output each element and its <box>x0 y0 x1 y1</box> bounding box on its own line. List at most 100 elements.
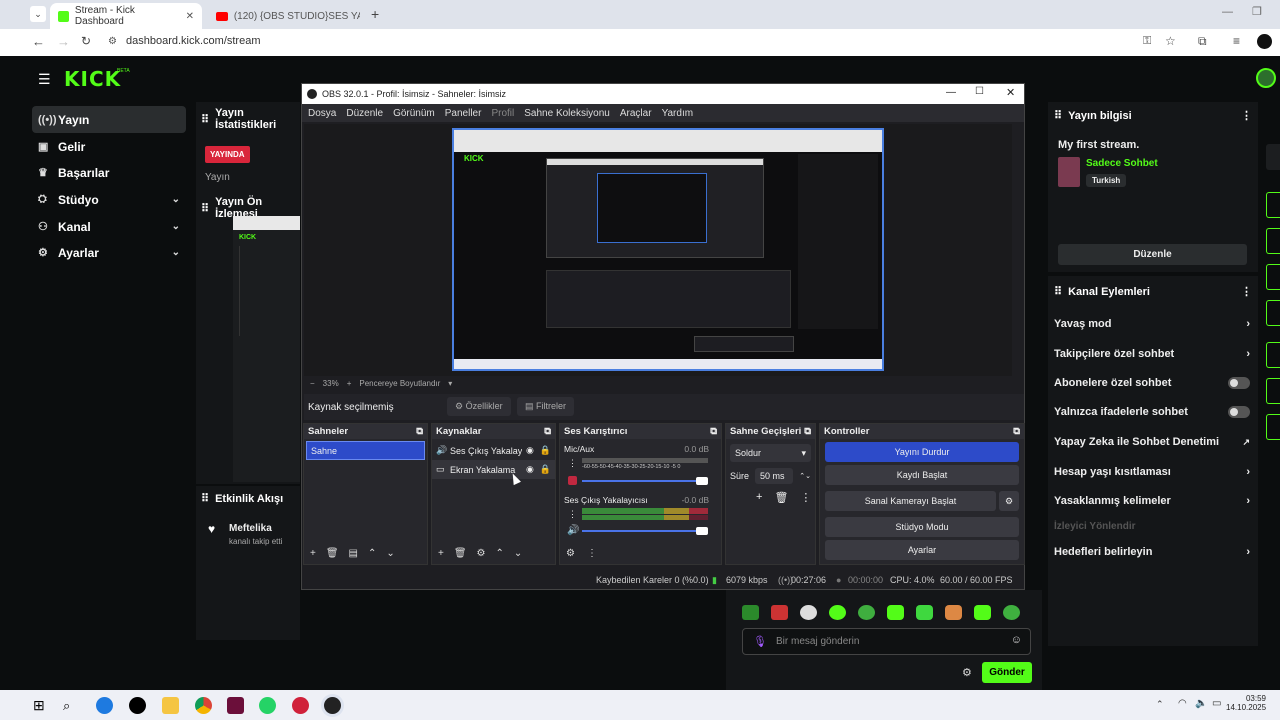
kick-logo[interactable]: KICK <box>64 67 121 91</box>
source-properties-gear-icon[interactable]: ⚙ <box>477 548 486 559</box>
dock-undock-icon[interactable]: ⧉ <box>1013 426 1020 437</box>
capcut-icon[interactable] <box>227 697 244 714</box>
tab-kick-dashboard[interactable]: Stream - Kick Dashboard ✕ <box>50 3 202 29</box>
edge-icon[interactable] <box>96 697 113 714</box>
hamburger-menu-icon[interactable]: ☰ <box>38 71 51 88</box>
wifi-icon[interactable]: ◠ <box>1178 698 1187 709</box>
quick-action-button[interactable] <box>1266 192 1280 218</box>
microphone-icon[interactable]: 🎙 <box>753 635 767 648</box>
action-followers-only[interactable]: Takipçilere özel sohbet › <box>1054 348 1250 360</box>
action-subscribers-only[interactable]: Abonelere özel sohbet <box>1054 377 1250 389</box>
tab-youtube[interactable]: (120) {OBS STUDIO}SES YANKI ... <box>208 3 368 29</box>
desktop-volume-handle[interactable] <box>696 527 708 535</box>
nav-item-kanal[interactable]: ⚇ Kanal ⌄ <box>32 213 186 240</box>
chat-settings-gear-icon[interactable]: ⚙ <box>962 666 972 679</box>
bookmark-star-icon[interactable]: ☆ <box>1165 34 1176 48</box>
menu-paneller[interactable]: Paneller <box>445 108 482 119</box>
dock-undock-icon[interactable]: ⧉ <box>710 426 717 437</box>
quick-action-button[interactable] <box>1266 300 1280 326</box>
nav-item-studyo[interactable]: ⛭ Stüdyo ⌄ <box>32 186 186 213</box>
extensions-icon[interactable]: ⧉ <box>1198 34 1207 49</box>
site-info-icon[interactable]: ⚙ <box>108 36 117 47</box>
search-icon[interactable]: ⌕ <box>63 697 80 714</box>
forward-button[interactable]: → <box>57 34 70 49</box>
file-explorer-icon[interactable] <box>162 697 179 714</box>
filters-button[interactable]: ▤ Filtreler <box>517 397 575 416</box>
new-tab-button[interactable]: + <box>371 6 379 22</box>
zoom-dropdown-icon[interactable]: ▾ <box>448 379 452 388</box>
emote-icon[interactable] <box>829 605 846 620</box>
speaker-icon[interactable]: 🔊 <box>567 525 579 536</box>
emote-icon[interactable] <box>974 605 991 620</box>
transition-menu-icon[interactable]: ⋮ <box>800 491 811 504</box>
menu-gorunum[interactable]: Görünüm <box>393 108 435 119</box>
nav-item-yayin[interactable]: ((•)) Yayın <box>32 106 186 133</box>
transition-type-select[interactable]: Soldur ▾ <box>730 444 811 462</box>
action-banned-words[interactable]: Yasaklanmış kelimeler › <box>1054 495 1250 507</box>
remove-transition-button[interactable]: 🗑 <box>774 491 788 504</box>
tray-overflow-icon[interactable]: ⌃ <box>1156 699 1164 710</box>
properties-button[interactable]: ⚙ Özellikler <box>447 397 511 416</box>
quick-action-button[interactable] <box>1266 342 1280 368</box>
duration-input[interactable]: 50 ms <box>755 468 794 484</box>
remove-source-button[interactable]: 🗑 <box>454 548 467 559</box>
emote-icon[interactable] <box>945 605 962 620</box>
zoom-in-button[interactable]: + <box>347 379 352 388</box>
menu-profil[interactable]: Profil <box>491 108 514 119</box>
category-link[interactable]: Sadece Sohbet <box>1086 158 1158 169</box>
mic-volume-slider[interactable] <box>582 480 706 482</box>
mute-speaker-icon[interactable] <box>568 476 577 485</box>
move-down-button[interactable]: ⌄ <box>514 548 522 559</box>
remove-scene-button[interactable]: 🗑 <box>326 548 339 559</box>
action-account-age[interactable]: Hesap yaşı kısıtlaması › <box>1054 466 1250 478</box>
emote-icon[interactable] <box>742 605 759 620</box>
tiktok-icon[interactable] <box>129 697 146 714</box>
obs-canvas-output[interactable]: KICK <box>452 128 884 371</box>
emoji-picker-icon[interactable]: ☺ <box>1011 634 1022 646</box>
user-avatar[interactable] <box>1256 68 1276 88</box>
emote-icon[interactable] <box>771 605 788 620</box>
stream-preview-thumbnail[interactable]: KICK <box>233 216 300 482</box>
password-key-icon[interactable]: ⚿ <box>1143 35 1151 48</box>
stop-streaming-button[interactable]: Yayını Durdur <box>825 442 1019 462</box>
lock-icon[interactable]: 🔒 <box>540 445 551 456</box>
duration-spinner-icon[interactable]: ⌃⌄ <box>799 472 811 480</box>
move-up-button[interactable]: ⌃ <box>368 548 376 559</box>
windows-start-icon[interactable]: ⊞ <box>33 697 50 714</box>
more-options-icon[interactable]: ⋮ <box>1241 109 1252 122</box>
chrome-icon[interactable] <box>195 697 212 714</box>
quick-action-button[interactable] <box>1266 378 1280 404</box>
add-transition-button[interactable]: + <box>756 491 762 504</box>
emote-icon[interactable] <box>887 605 904 620</box>
dock-undock-icon[interactable]: ⧉ <box>544 426 551 437</box>
activity-user[interactable]: Meftelika <box>229 523 272 534</box>
settings-button[interactable]: Ayarlar <box>825 540 1019 560</box>
emote-icon[interactable] <box>858 605 875 620</box>
profile-avatar[interactable] <box>1257 34 1272 49</box>
battery-icon[interactable]: ▭ <box>1212 698 1221 709</box>
studio-mode-button[interactable]: Stüdyo Modu <box>825 517 1019 537</box>
back-button[interactable]: ← <box>32 34 45 49</box>
menu-sahne-koleksiyonu[interactable]: Sahne Koleksiyonu <box>524 108 610 119</box>
obs-preview-area[interactable]: KICK <box>304 124 1012 376</box>
channel-menu-icon[interactable]: ⋮ <box>568 509 577 520</box>
mic-volume-handle[interactable] <box>696 477 708 485</box>
action-emotes-only[interactable]: Yalnızca ifadelerle sohbet <box>1054 406 1250 418</box>
restore-window-button[interactable]: ❐ <box>1252 5 1262 18</box>
chat-input[interactable]: 🎙 Bir mesaj gönderin ☺ <box>742 628 1031 655</box>
obs-minimize-button[interactable]: — <box>946 87 956 98</box>
advanced-audio-icon[interactable]: ⚙ <box>566 548 575 559</box>
edit-button[interactable]: Düzenle <box>1058 244 1247 265</box>
add-scene-button[interactable]: + <box>310 548 316 559</box>
url-field[interactable]: dashboard.kick.com/stream <box>126 35 261 47</box>
media-controls-icon[interactable]: ≡ <box>1233 34 1240 48</box>
lock-icon[interactable]: 🔒 <box>540 464 551 475</box>
action-set-goals[interactable]: Hedefleri belirleyin › <box>1054 546 1250 558</box>
resize-to-window-button[interactable]: Pencereye Boyutlandır <box>359 379 440 388</box>
menu-yardim[interactable]: Yardım <box>662 108 694 119</box>
virtual-camera-settings-gear-icon[interactable]: ⚙ <box>999 491 1019 511</box>
emote-icon[interactable] <box>916 605 933 620</box>
emote-icon[interactable] <box>1003 605 1020 620</box>
menu-araclar[interactable]: Araçlar <box>620 108 652 119</box>
send-button[interactable]: Gönder <box>982 662 1032 683</box>
